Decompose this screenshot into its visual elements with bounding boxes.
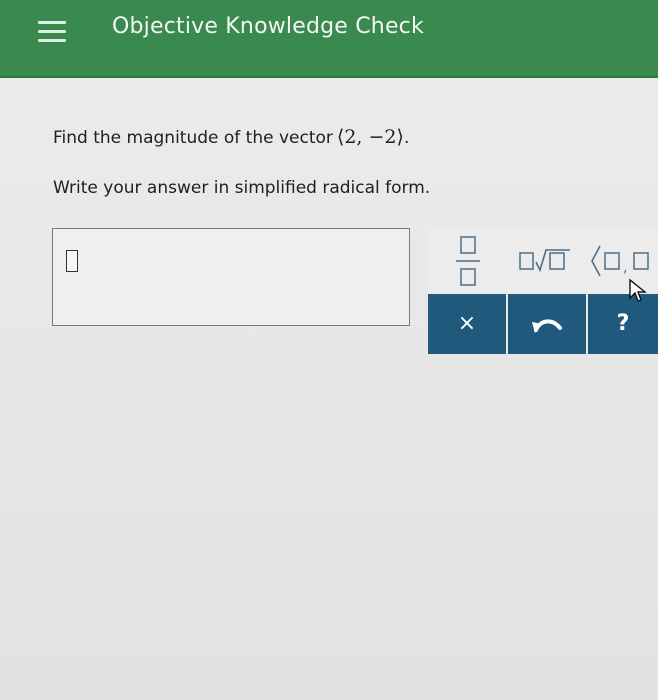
radical-button[interactable]: [508, 228, 587, 295]
math-keypad: , × ?: [428, 228, 658, 356]
undo-button[interactable]: [508, 294, 586, 354]
instruction-text: Write your answer in simplified radical …: [53, 178, 431, 198]
question-prompt: Find the magnitude of the vector: [53, 128, 333, 148]
fraction-button[interactable]: [428, 228, 509, 295]
svg-text:,: ,: [623, 260, 627, 276]
page-title: Objective Knowledge Check: [112, 14, 424, 39]
clear-button[interactable]: ×: [428, 294, 506, 354]
undo-icon: [532, 319, 562, 333]
vector-expression: ⟨2, −2⟩: [336, 126, 404, 148]
question-text: Find the magnitude of the vector ⟨2, −2⟩.: [53, 126, 409, 148]
question-period: .: [403, 128, 410, 148]
radical-icon: [519, 249, 570, 273]
header-bar: Objective Knowledge Check: [0, 0, 658, 78]
fraction-icon: [456, 236, 480, 286]
page: Objective Knowledge Check Find the magni…: [0, 0, 658, 700]
input-cursor-box: [66, 250, 78, 272]
mouse-pointer-icon: [629, 278, 647, 302]
hamburger-menu-icon[interactable]: [38, 21, 66, 47]
answer-input[interactable]: [52, 228, 410, 326]
